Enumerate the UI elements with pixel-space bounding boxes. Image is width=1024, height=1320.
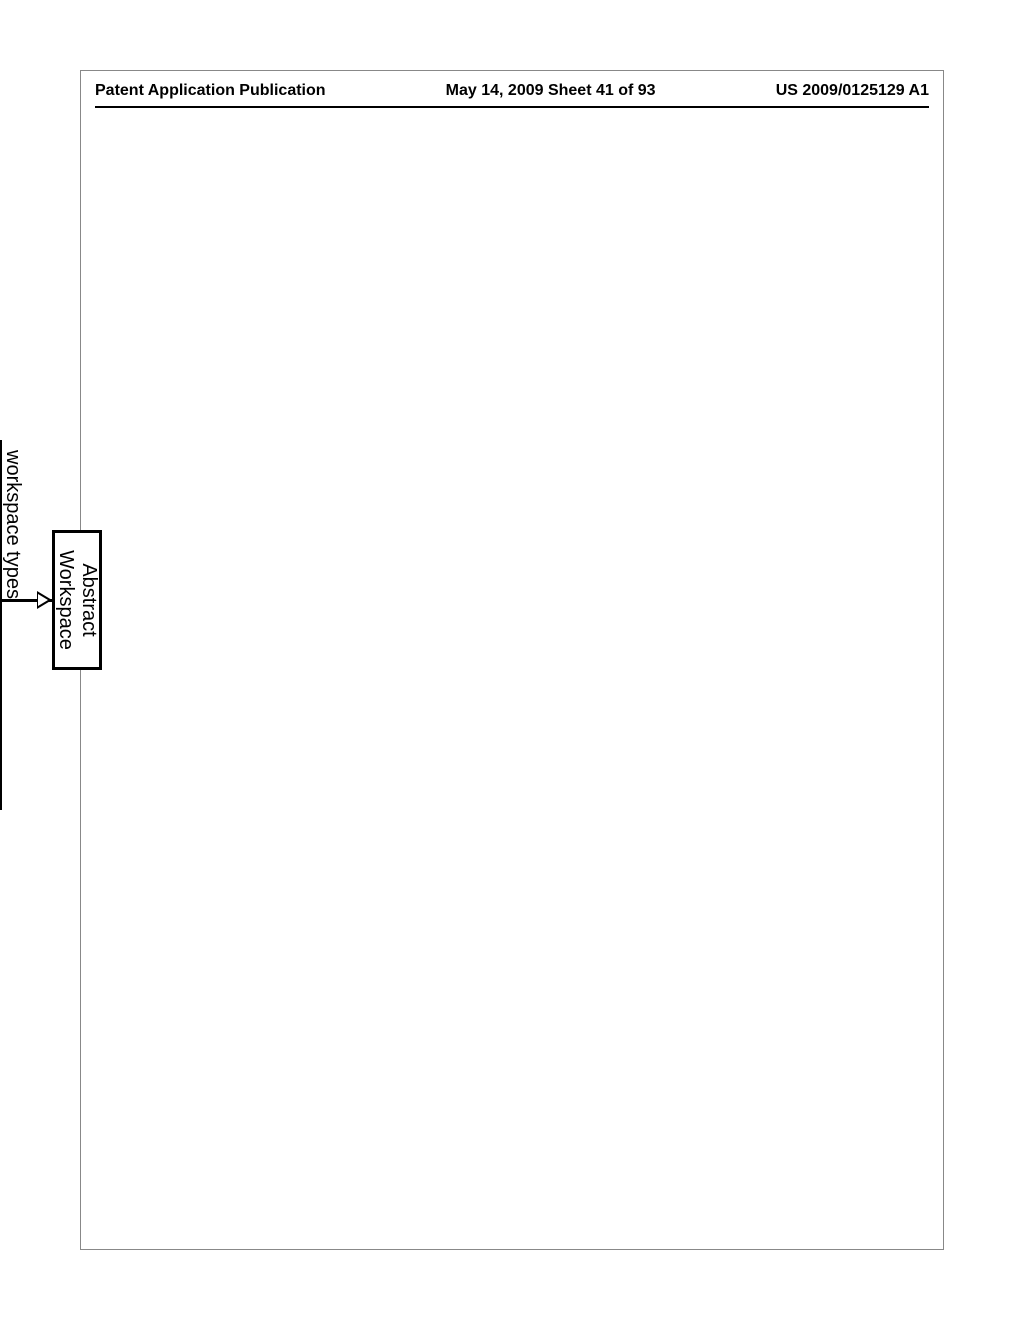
- page-border: [80, 70, 944, 1250]
- header-center: May 14, 2009 Sheet 41 of 93: [446, 82, 656, 100]
- lbl-workspace-types: workspace types: [2, 450, 24, 599]
- patent-page: Patent Application Publication May 14, 2…: [0, 0, 1024, 1320]
- box-abstract-workspace: Abstract Workspace: [52, 530, 102, 670]
- label: Abstract Workspace: [54, 550, 100, 650]
- line-inherit-left: [0, 440, 2, 443]
- line-inherit-right: [0, 807, 2, 810]
- header-rule: [95, 106, 929, 108]
- page-header: Patent Application Publication May 14, 2…: [95, 82, 929, 100]
- header-left: Patent Application Publication: [95, 82, 326, 100]
- header-right: US 2009/0125129 A1: [776, 82, 929, 100]
- inheritance-arrow: [37, 591, 52, 609]
- object-model-diagram: Abstract Workspace User Workspace System…: [0, 350, 102, 1170]
